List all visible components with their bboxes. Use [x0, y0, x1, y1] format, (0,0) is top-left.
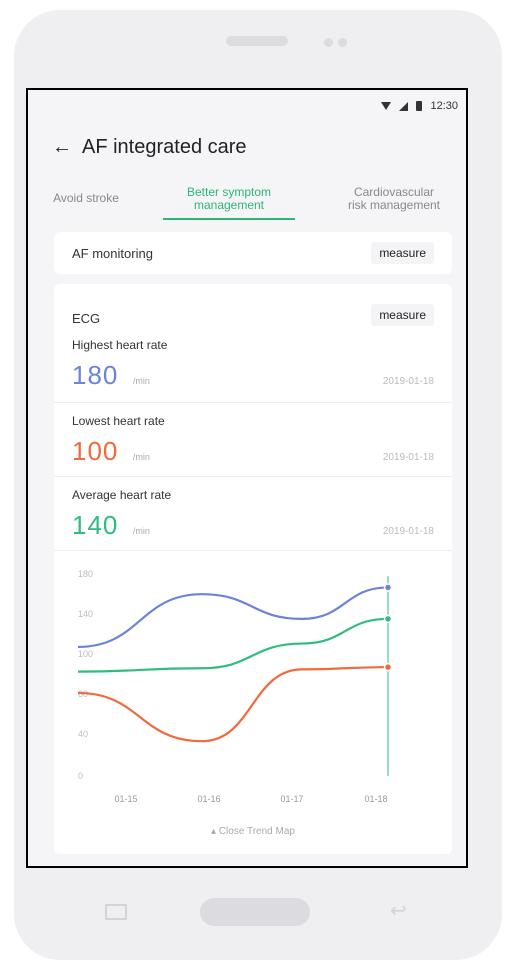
- heart-rate-trend-chart: 1801401006040001-15 01-16 01-17 01-18: [77, 569, 393, 804]
- series-line: [77, 666, 389, 743]
- tab-label: Avoid stroke: [53, 191, 119, 205]
- wifi-icon: [381, 102, 392, 110]
- phone-camera: [338, 38, 347, 47]
- series-line: [77, 586, 389, 649]
- tab-better-symptom-management[interactable]: Better symptom management: [163, 180, 295, 222]
- metric-lowest: Lowest heart rate 100 /min 2019-01-18: [54, 414, 452, 467]
- af-monitoring-label: AF monitoring: [72, 245, 153, 261]
- af-monitoring-card: AF monitoring measure: [54, 232, 452, 274]
- divider: [54, 476, 452, 477]
- metric-date: 2019-01-18: [382, 376, 434, 387]
- y-tick-label: 40: [78, 729, 88, 739]
- metric-value: 140: [72, 510, 119, 540]
- ecg-label: ECG: [72, 311, 101, 326]
- system-back-icon[interactable]: ↩: [390, 898, 407, 923]
- metric-date: 2019-01-18: [382, 452, 434, 463]
- metric-value: 180: [72, 360, 119, 390]
- metric-label: Average heart rate: [72, 488, 172, 502]
- x-tick-label: 01-15: [114, 794, 137, 804]
- metric-unit: /min: [132, 376, 150, 386]
- close-trend-map-button[interactable]: ▴ Close Trend Map: [54, 826, 452, 837]
- metric-unit: /min: [132, 526, 150, 536]
- af-measure-button[interactable]: measure: [371, 242, 434, 264]
- metric-average: Average heart rate 140 /min 2019-01-18: [54, 488, 452, 541]
- close-trend-map-label: Close Trend Map: [218, 826, 295, 837]
- phone-sensor: [324, 38, 333, 47]
- app-screen: 12:30 ← AF integrated care Avoid stroke …: [26, 88, 468, 868]
- home-button[interactable]: [200, 898, 310, 926]
- metric-highest: Highest heart rate 180 /min 2019-01-18: [54, 338, 452, 391]
- tab-avoid-stroke[interactable]: Avoid stroke: [38, 180, 134, 222]
- arrow-left-icon[interactable]: ←: [52, 136, 72, 159]
- x-tick-label: 01-17: [280, 794, 303, 804]
- y-tick-label: 100: [78, 649, 93, 659]
- title-bar: ← AF integrated care: [52, 136, 247, 159]
- tab-cardiovascular-risk-management[interactable]: Cardiovascular risk management: [324, 180, 464, 222]
- caret-up-icon: ▴: [211, 826, 217, 837]
- battery-icon: [416, 101, 423, 111]
- metric-date: 2019-01-18: [382, 526, 434, 537]
- tab-bar: Avoid stroke Better symptom management C…: [28, 180, 466, 222]
- y-tick-label: 0: [78, 771, 83, 781]
- ecg-card: ECG measure Highest heart rate 180 /min …: [54, 284, 452, 854]
- tab-label: Cardiovascular risk management: [347, 185, 441, 212]
- metric-value: 100: [72, 436, 119, 466]
- phone-speaker: [226, 36, 288, 46]
- x-tick-label: 01-18: [364, 794, 387, 804]
- page-title: AF integrated care: [82, 136, 247, 158]
- ecg-measure-button[interactable]: measure: [371, 304, 434, 326]
- metric-label: Highest heart rate: [72, 338, 168, 352]
- series-line: [77, 617, 389, 673]
- status-time: 12:30: [430, 100, 458, 112]
- metric-unit: /min: [132, 452, 150, 462]
- metric-label: Lowest heart rate: [72, 414, 165, 428]
- x-tick-label: 01-16: [197, 794, 220, 804]
- recent-apps-icon[interactable]: [105, 904, 127, 920]
- cellular-signal-icon: [399, 101, 409, 111]
- series-end-point: [383, 583, 393, 592]
- divider: [54, 550, 452, 551]
- y-tick-label: 140: [78, 609, 93, 619]
- series-end-point: [383, 614, 393, 624]
- series-end-point: [383, 662, 393, 672]
- divider: [54, 402, 452, 403]
- y-tick-label: 180: [78, 569, 93, 579]
- tab-label: Better symptom management: [186, 185, 272, 212]
- status-bar: 12:30: [381, 96, 458, 116]
